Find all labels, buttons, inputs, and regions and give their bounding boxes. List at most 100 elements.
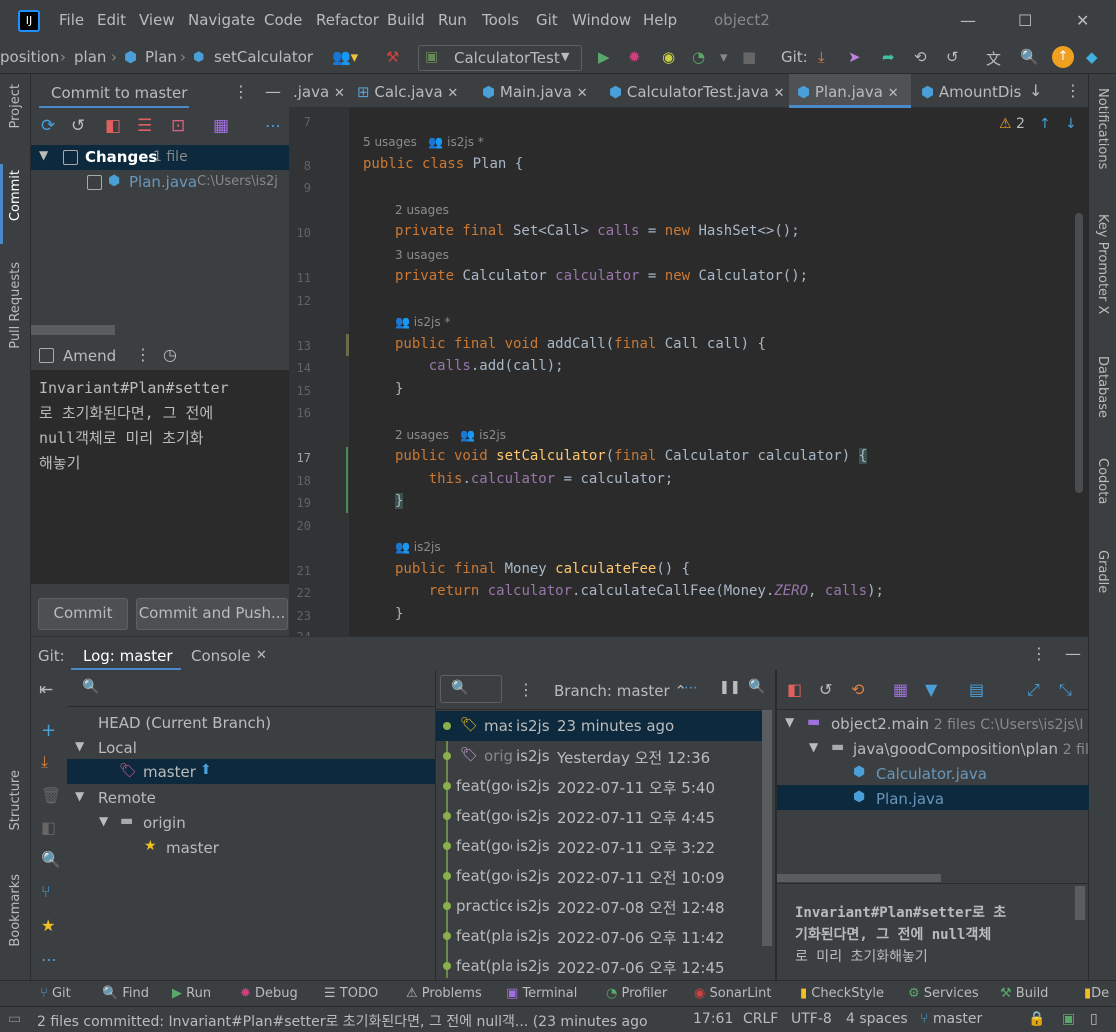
- commit-row[interactable]: feat(plaris2js 2022-07-06 오후 11:42: [436, 921, 762, 951]
- dropdown-icon[interactable]: ▾: [720, 48, 728, 66]
- more-icon[interactable]: ⋯: [684, 680, 698, 696]
- group-by-icon[interactable]: ▦: [213, 116, 229, 136]
- tab-main[interactable]: ⬢ Main.java ✕: [482, 74, 588, 108]
- details-scrollbar[interactable]: [777, 874, 941, 882]
- app-logo-icon[interactable]: IJ: [18, 10, 40, 32]
- branch-group-local[interactable]: Local: [98, 739, 137, 757]
- gradle-tool-tab[interactable]: Gradle: [1095, 550, 1110, 593]
- code-editor[interactable]: 7 8 9 10 11 12 13 14 15 16 17 18 19 20 2…: [289, 108, 1088, 636]
- arrow-down-icon[interactable]: ↓: [1029, 81, 1042, 100]
- translate-icon[interactable]: 文: [986, 48, 1001, 69]
- tool-profiler[interactable]: ◔ Profiler: [606, 986, 667, 1001]
- more-icon[interactable]: ⋯: [41, 950, 57, 969]
- branch-remote-master[interactable]: master: [166, 839, 219, 857]
- branch-icon[interactable]: ⑂: [41, 882, 51, 901]
- menu-build[interactable]: Build: [387, 11, 425, 29]
- changes-node[interactable]: ▼ Changes 1 file: [31, 145, 289, 170]
- commit-row[interactable]: feat(gocis2js 2022-07-11 오후 5:40: [436, 771, 762, 801]
- minimize-icon[interactable]: —: [960, 11, 976, 30]
- commit-row[interactable]: feat(gocis2js 2022-07-11 오후 4:45: [436, 801, 762, 831]
- tool-debug[interactable]: ✹ Debug: [240, 986, 298, 1001]
- revert-icon[interactable]: ↺: [819, 680, 832, 699]
- commit-row[interactable]: feat(plaris2js 2022-07-06 오후 12:45: [436, 951, 762, 981]
- menu-edit[interactable]: Edit: [97, 11, 126, 29]
- commit-tool-tab[interactable]: Commit: [8, 170, 23, 221]
- file-encoding[interactable]: UTF-8: [791, 1011, 832, 1027]
- git-commit-icon[interactable]: ➤: [848, 48, 861, 66]
- coverage-icon[interactable]: ◉: [662, 48, 675, 66]
- changelist-icon[interactable]: ☰: [137, 116, 152, 136]
- tree-package[interactable]: java\goodComposition\plan 2 fil: [853, 740, 1089, 758]
- history-icon[interactable]: ⟲: [914, 48, 927, 66]
- branch-head[interactable]: HEAD (Current Branch): [98, 714, 271, 732]
- indent-setting[interactable]: 4 spaces: [846, 1011, 908, 1027]
- pause-icon[interactable]: ❚❚: [719, 680, 741, 695]
- bookmarks-tool-tab[interactable]: Bookmarks: [8, 874, 23, 947]
- breadcrumb-method[interactable]: setCalculator: [214, 48, 313, 66]
- structure-tool-tab[interactable]: Structure: [8, 770, 23, 830]
- codota-icon[interactable]: ▣: [1062, 1011, 1075, 1027]
- close-icon[interactable]: ✕: [1076, 11, 1089, 30]
- search-icon[interactable]: 🔍: [748, 679, 765, 695]
- git-update-icon[interactable]: ⤓: [818, 48, 825, 66]
- update-branch-icon[interactable]: ⤓: [41, 752, 48, 772]
- prev-highlight-icon[interactable]: ↑: [1039, 116, 1051, 132]
- tree-file-calculator[interactable]: Calculator.java: [876, 765, 987, 783]
- tab-log-master[interactable]: Log: master: [83, 647, 173, 665]
- branch-local-master[interactable]: 🏷 master ⬆: [67, 759, 435, 784]
- git-branch-widget[interactable]: ⑂ master: [920, 1011, 982, 1027]
- tool-find[interactable]: 🔍 Find: [102, 986, 149, 1001]
- breadcrumb-plan[interactable]: plan: [74, 48, 106, 66]
- caret-position[interactable]: 17:61: [693, 1011, 733, 1027]
- menu-refactor[interactable]: Refactor: [316, 11, 379, 29]
- close-tab-icon[interactable]: ✕: [577, 86, 588, 101]
- usages-hint[interactable]: 2 usages: [395, 203, 449, 217]
- tab-java[interactable]: .java ✕: [293, 74, 345, 108]
- warnings-indicator[interactable]: ⚠ 2: [999, 116, 1025, 132]
- favorite-icon[interactable]: ★: [41, 916, 55, 935]
- tool-build[interactable]: ⚒ Build: [1000, 986, 1048, 1001]
- collapse-icon[interactable]: ⇤: [39, 680, 53, 700]
- change-marker[interactable]: [346, 447, 348, 513]
- group-by-icon[interactable]: ▦: [893, 680, 908, 699]
- menu-git[interactable]: Git: [536, 11, 558, 29]
- branch-group-remote[interactable]: Remote: [98, 789, 156, 807]
- options-icon[interactable]: ⋮: [1031, 644, 1047, 663]
- breadcrumb-class[interactable]: Plan: [145, 48, 177, 66]
- profiler-icon[interactable]: ◔: [692, 48, 705, 66]
- status-icon[interactable]: ▭: [8, 1011, 21, 1027]
- changes-checkbox[interactable]: [63, 150, 78, 165]
- lock-icon[interactable]: 🔒: [1028, 1011, 1045, 1027]
- close-tab-icon[interactable]: ✕: [334, 86, 345, 101]
- tool-problems[interactable]: ⚠ Problems: [406, 986, 482, 1001]
- tool-services[interactable]: ⚙ Services: [908, 986, 979, 1001]
- tabs-menu-icon[interactable]: ⋮: [1065, 81, 1081, 100]
- tool-git[interactable]: ⑂ Git: [40, 986, 71, 1001]
- menu-tools[interactable]: Tools: [482, 11, 519, 29]
- tab-amount-discount[interactable]: ⬢ AmountDis: [921, 74, 1021, 108]
- update-icon[interactable]: ↑: [1052, 46, 1074, 68]
- rollback-icon[interactable]: ↺: [71, 116, 85, 136]
- run-config-selector[interactable]: ▣ CalculatorTest ▼: [418, 45, 582, 71]
- commit-row[interactable]: 🏷 mastis2js 23 minutes ago: [436, 711, 762, 741]
- diff-icon[interactable]: ◧: [787, 680, 802, 699]
- more-icon[interactable]: ⋯: [265, 116, 281, 135]
- debug-icon[interactable]: ✹: [628, 48, 641, 66]
- shelve-icon[interactable]: ⊡: [171, 116, 185, 136]
- project-tool-tab[interactable]: Project: [8, 84, 23, 128]
- detail-scrollbar[interactable]: [1075, 886, 1085, 920]
- tool-sonarlint[interactable]: ◉ SonarLint: [694, 986, 771, 1001]
- file-checkbox[interactable]: [87, 175, 102, 190]
- codota-tool-tab[interactable]: Codota: [1095, 458, 1110, 504]
- branch-filter[interactable]: Branch: master ⌃: [554, 682, 687, 700]
- stop-icon[interactable]: ■: [742, 48, 756, 66]
- compare-icon[interactable]: ◧: [41, 818, 56, 837]
- add-icon[interactable]: +: [41, 720, 56, 741]
- menu-view[interactable]: View: [139, 11, 175, 29]
- filter-icon[interactable]: ▼: [925, 680, 937, 699]
- menu-code[interactable]: Code: [264, 11, 302, 29]
- menu-window[interactable]: Window: [572, 11, 631, 29]
- tree-root[interactable]: object2.main 2 files C:\Users\is2js\I: [831, 715, 1083, 733]
- options-icon[interactable]: ⋮: [135, 345, 151, 364]
- close-tab-icon[interactable]: ✕: [447, 86, 458, 101]
